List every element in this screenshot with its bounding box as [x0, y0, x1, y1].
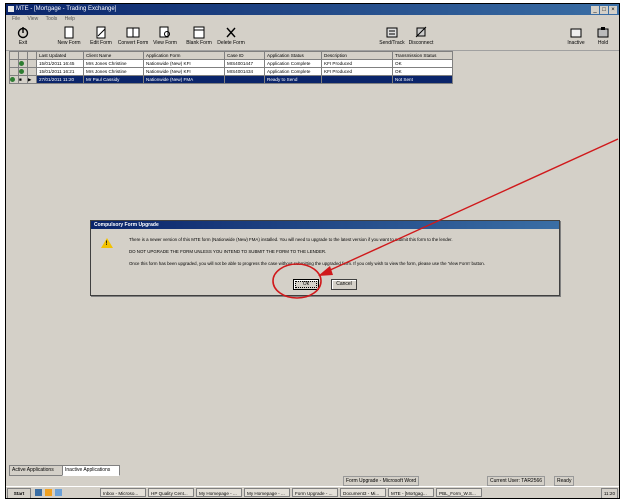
annotation-arrow-head	[318, 266, 333, 276]
application-window: MTE - [Mortgage - Trading Exchange] _ □ × …	[5, 3, 620, 499]
annotation-overlay	[272, 138, 619, 299]
annotation-arrow-line	[327, 138, 619, 272]
annotation-circle	[272, 263, 322, 299]
